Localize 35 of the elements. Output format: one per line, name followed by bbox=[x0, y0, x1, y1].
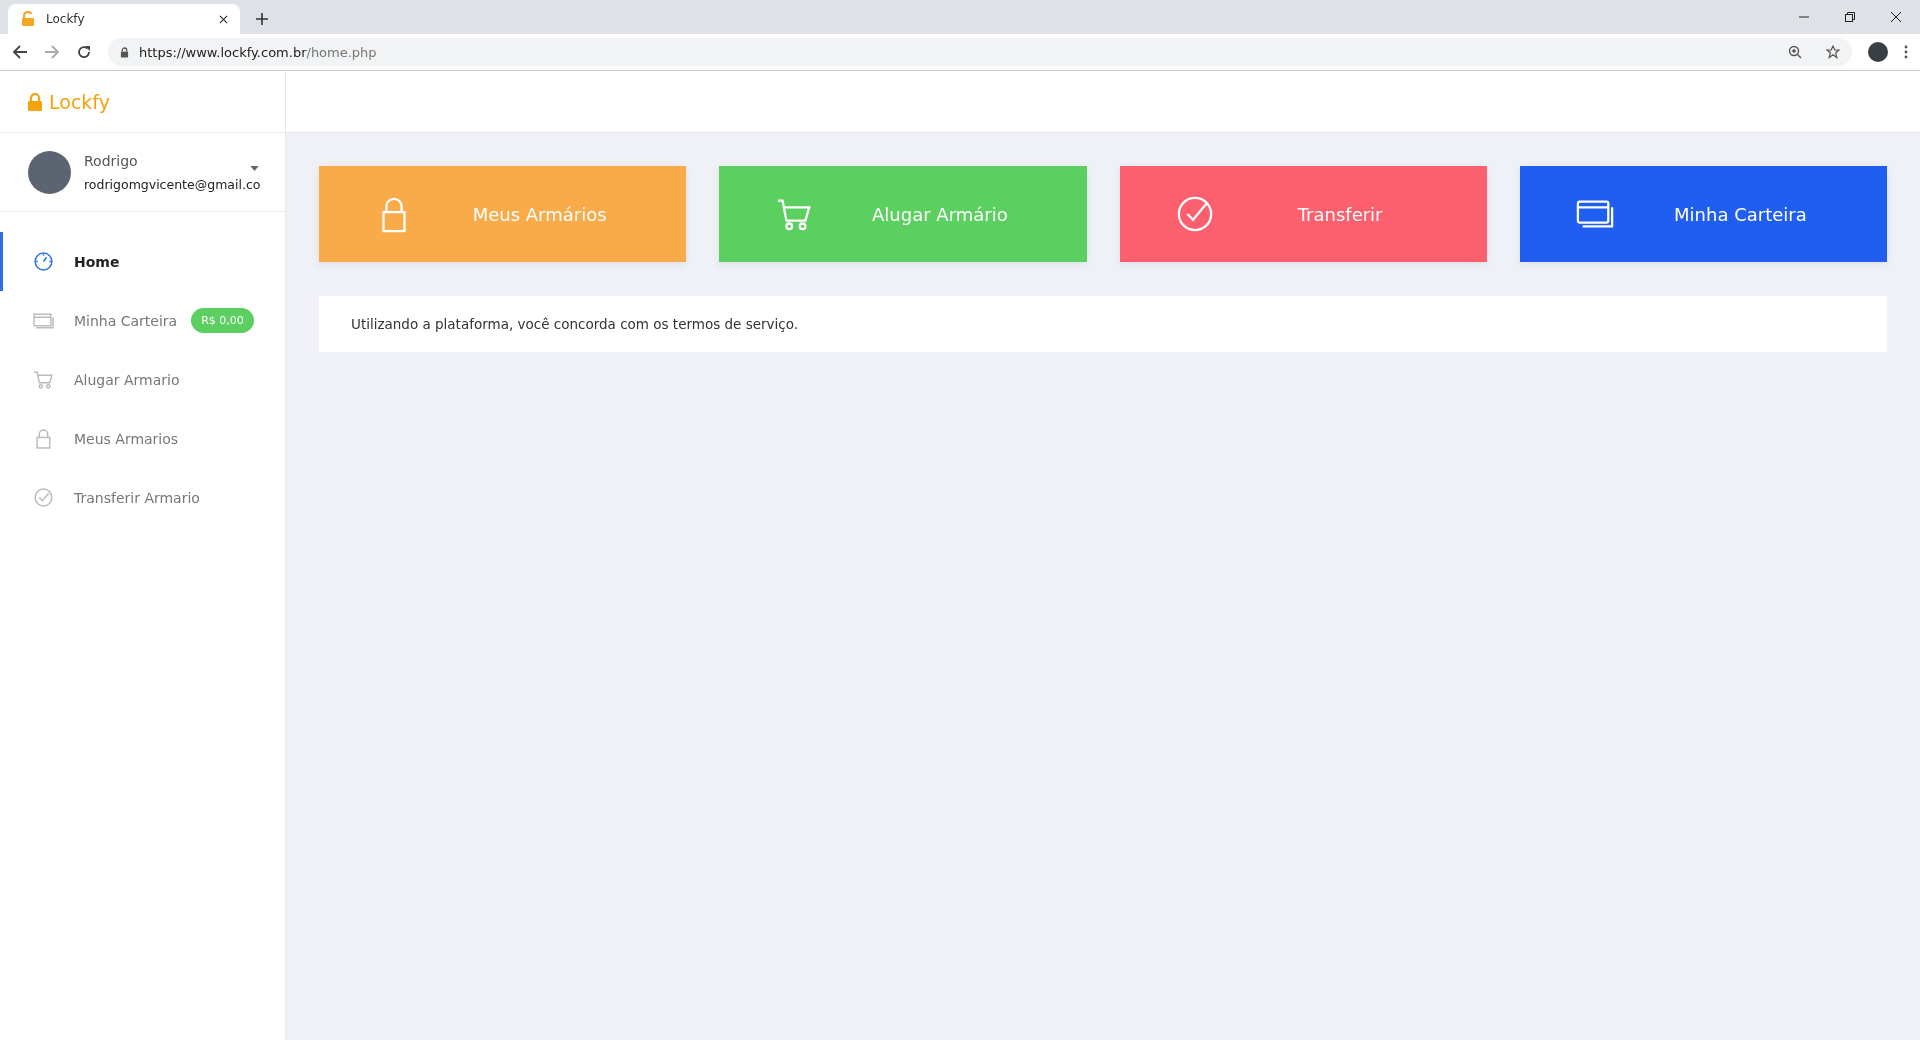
browser-tab[interactable]: Lockfy bbox=[8, 4, 240, 34]
plus-icon[interactable] bbox=[256, 13, 268, 25]
wallet-icon bbox=[33, 310, 54, 331]
tab-title: Lockfy bbox=[46, 12, 86, 26]
padlock-icon bbox=[27, 92, 43, 111]
user-avatar bbox=[28, 150, 71, 194]
user-name: Rodrigo bbox=[84, 152, 138, 169]
sidebar-item[interactable]: Meus Armarios bbox=[0, 409, 285, 468]
sidebar-item[interactable]: Transferir Armario bbox=[0, 468, 285, 527]
close-icon[interactable] bbox=[219, 14, 228, 24]
cart-icon bbox=[33, 369, 54, 390]
sidebar-item[interactable]: Minha Carteira R$ 0,00 bbox=[0, 291, 285, 350]
menu-icon[interactable] bbox=[1904, 45, 1908, 59]
terms-notice: Utilizando a plataforma, você concorda com os termos de serviço. bbox=[319, 296, 1887, 352]
shortcut-card[interactable]: Transferir bbox=[1119, 166, 1487, 262]
back-arrow-icon[interactable] bbox=[12, 44, 28, 60]
padlock-icon bbox=[120, 46, 129, 58]
caret-icon[interactable] bbox=[250, 166, 259, 171]
address-bar[interactable]: https://www.lockfy.com.br/home.php bbox=[108, 38, 1852, 66]
profile-avatar[interactable] bbox=[1868, 42, 1888, 62]
padlock-icon bbox=[20, 11, 36, 27]
gauge-icon bbox=[33, 251, 54, 272]
restore-icon[interactable] bbox=[1844, 11, 1856, 23]
balance-badge: R$ 0,00 bbox=[191, 308, 254, 333]
reload-icon[interactable] bbox=[76, 44, 92, 60]
url-text: https://www.lockfy.com.br/home.php bbox=[139, 44, 377, 60]
padlock-icon bbox=[33, 428, 54, 449]
check-circle-icon bbox=[33, 487, 54, 508]
check-circle-icon bbox=[1175, 195, 1214, 233]
sidebar-item[interactable]: Alugar Armario bbox=[0, 350, 285, 409]
user-email: rodrigomgvicente@gmail.co bbox=[84, 176, 261, 192]
close-icon[interactable] bbox=[1890, 11, 1902, 23]
star-icon[interactable] bbox=[1826, 45, 1840, 59]
zoom-icon[interactable] bbox=[1788, 45, 1802, 59]
shortcut-card[interactable]: Minha Carteira bbox=[1519, 166, 1887, 262]
